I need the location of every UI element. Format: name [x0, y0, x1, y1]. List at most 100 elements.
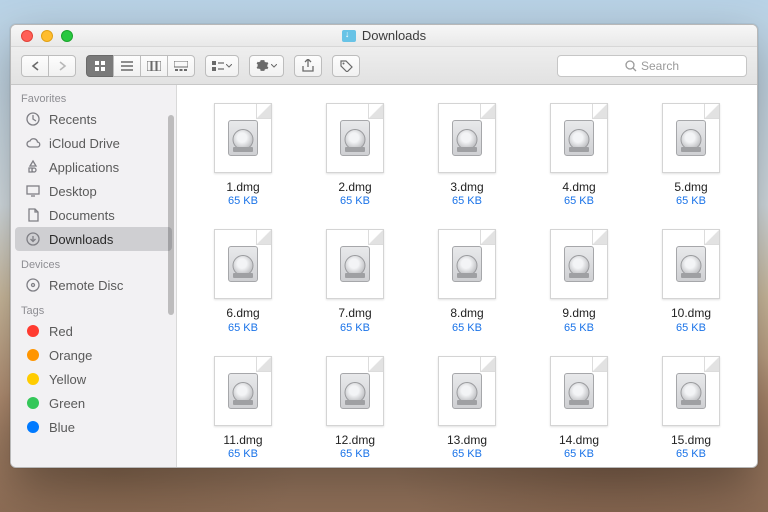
sidebar-item-yellow[interactable]: Yellow	[15, 367, 172, 391]
tag-dot-icon	[27, 325, 39, 337]
file-item[interactable]: 15.dmg 65 KB	[639, 356, 743, 460]
file-size: 65 KB	[452, 195, 482, 207]
disk-image-icon	[676, 246, 706, 282]
file-item[interactable]: 6.dmg 65 KB	[191, 229, 295, 333]
file-size: 65 KB	[564, 448, 594, 460]
file-item[interactable]: 7.dmg 65 KB	[303, 229, 407, 333]
file-item[interactable]: 2.dmg 65 KB	[303, 103, 407, 207]
finder-window: Downloads	[10, 24, 758, 468]
dmg-file-icon	[662, 103, 720, 173]
file-item[interactable]: 1.dmg 65 KB	[191, 103, 295, 207]
chevron-down-icon	[271, 64, 277, 68]
file-item[interactable]: 11.dmg 65 KB	[191, 356, 295, 460]
sidebar-item-label: Yellow	[49, 372, 86, 387]
file-name: 7.dmg	[338, 306, 371, 320]
icon-view-button[interactable]	[86, 55, 114, 77]
nav-buttons	[21, 55, 76, 77]
search-placeholder: Search	[641, 59, 679, 73]
dmg-file-icon	[326, 356, 384, 426]
file-item[interactable]: 14.dmg 65 KB	[527, 356, 631, 460]
sidebar-item-recents[interactable]: Recents	[15, 107, 172, 131]
sidebar-item-label: Red	[49, 324, 73, 339]
clock-icon	[25, 111, 41, 127]
disk-image-icon	[676, 120, 706, 156]
group-icon	[212, 61, 224, 71]
file-name: 4.dmg	[562, 180, 595, 194]
file-name: 10.dmg	[671, 306, 711, 320]
file-name: 15.dmg	[671, 433, 711, 447]
arrange-button[interactable]	[205, 55, 239, 77]
list-view-button[interactable]	[113, 55, 141, 77]
sidebar-item-orange[interactable]: Orange	[15, 343, 172, 367]
search-field[interactable]: Search	[557, 55, 747, 77]
file-grid: 1.dmg 65 KB 2.dmg 65 KB 3.dmg 65 KB 4.dm…	[177, 85, 757, 467]
disk-image-icon	[452, 246, 482, 282]
share-button[interactable]	[294, 55, 322, 77]
sidebar-item-label: Recents	[49, 112, 97, 127]
file-item[interactable]: 4.dmg 65 KB	[527, 103, 631, 207]
file-name: 12.dmg	[335, 433, 375, 447]
file-name: 8.dmg	[450, 306, 483, 320]
close-button[interactable]	[21, 30, 33, 42]
file-item[interactable]: 13.dmg 65 KB	[415, 356, 519, 460]
document-icon	[25, 207, 41, 223]
tags-button[interactable]	[332, 55, 360, 77]
columns-icon	[147, 61, 161, 71]
cloud-icon	[25, 135, 41, 151]
sidebar-header: Tags	[11, 297, 176, 319]
dmg-file-icon	[662, 356, 720, 426]
tag-dot-icon	[27, 421, 39, 433]
file-item[interactable]: 8.dmg 65 KB	[415, 229, 519, 333]
disk-image-icon	[228, 373, 258, 409]
minimize-button[interactable]	[41, 30, 53, 42]
dmg-file-icon	[214, 103, 272, 173]
file-name: 14.dmg	[559, 433, 599, 447]
sidebar-item-downloads[interactable]: Downloads	[15, 227, 172, 251]
sidebar-item-label: Desktop	[49, 184, 97, 199]
arrange-group	[205, 55, 239, 77]
titlebar[interactable]: Downloads	[11, 25, 757, 47]
file-item[interactable]: 9.dmg 65 KB	[527, 229, 631, 333]
file-size: 65 KB	[452, 448, 482, 460]
sidebar-item-applications[interactable]: Applications	[15, 155, 172, 179]
sidebar-header: Devices	[11, 251, 176, 273]
sidebar-item-label: iCloud Drive	[49, 136, 120, 151]
disk-image-icon	[340, 373, 370, 409]
dmg-file-icon	[438, 229, 496, 299]
disk-image-icon	[340, 246, 370, 282]
list-icon	[121, 61, 133, 71]
sidebar-scrollbar[interactable]	[168, 115, 174, 315]
sidebar-item-documents[interactable]: Documents	[15, 203, 172, 227]
download-icon	[25, 231, 41, 247]
grid-icon	[94, 60, 106, 72]
gallery-view-button[interactable]	[167, 55, 195, 77]
file-size: 65 KB	[228, 322, 258, 334]
file-item[interactable]: 10.dmg 65 KB	[639, 229, 743, 333]
file-size: 65 KB	[676, 195, 706, 207]
file-item[interactable]: 3.dmg 65 KB	[415, 103, 519, 207]
file-item[interactable]: 12.dmg 65 KB	[303, 356, 407, 460]
sidebar-item-remote-disc[interactable]: Remote Disc	[15, 273, 172, 297]
share-icon	[302, 59, 314, 72]
file-size: 65 KB	[340, 448, 370, 460]
file-size: 65 KB	[228, 195, 258, 207]
back-button[interactable]	[21, 55, 49, 77]
sidebar-item-label: Orange	[49, 348, 92, 363]
sidebar-item-icloud-drive[interactable]: iCloud Drive	[15, 131, 172, 155]
forward-button[interactable]	[48, 55, 76, 77]
sidebar-item-label: Applications	[49, 160, 119, 175]
sidebar-item-green[interactable]: Green	[15, 391, 172, 415]
dmg-file-icon	[438, 103, 496, 173]
dmg-file-icon	[326, 103, 384, 173]
column-view-button[interactable]	[140, 55, 168, 77]
action-button[interactable]	[249, 55, 284, 77]
file-item[interactable]: 5.dmg 65 KB	[639, 103, 743, 207]
dmg-file-icon	[214, 356, 272, 426]
file-name: 6.dmg	[226, 306, 259, 320]
sidebar-item-red[interactable]: Red	[15, 319, 172, 343]
content-area[interactable]: 1.dmg 65 KB 2.dmg 65 KB 3.dmg 65 KB 4.dm…	[177, 85, 757, 467]
sidebar-item-blue[interactable]: Blue	[15, 415, 172, 439]
sidebar-item-desktop[interactable]: Desktop	[15, 179, 172, 203]
zoom-button[interactable]	[61, 30, 73, 42]
dmg-file-icon	[662, 229, 720, 299]
